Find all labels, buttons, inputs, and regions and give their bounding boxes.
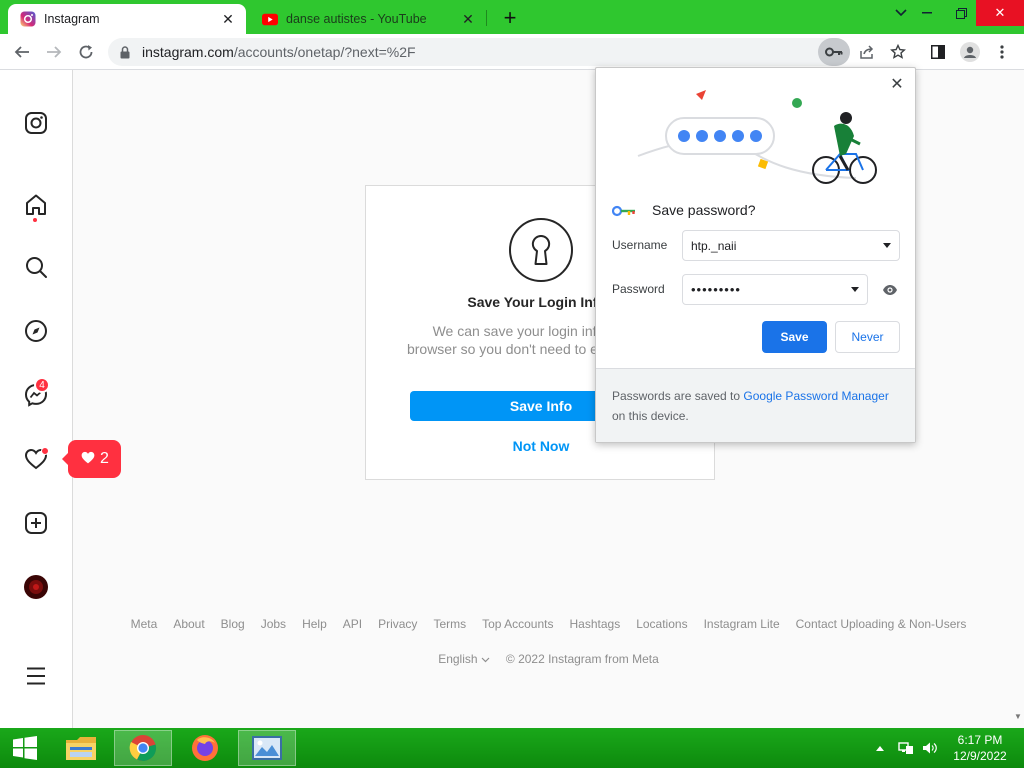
file-explorer-icon[interactable]	[52, 730, 110, 766]
tab-youtube[interactable]: danse autistes - YouTube ✕	[250, 4, 486, 34]
side-panel-icon[interactable]	[924, 38, 952, 66]
save-password-popup: ✕ Save password? Username htp._naii Pass…	[595, 67, 916, 443]
profile-avatar-icon[interactable]	[956, 38, 984, 66]
never-button[interactable]: Never	[835, 321, 900, 353]
minimize-icon[interactable]	[910, 0, 944, 26]
instagram-logo-icon[interactable]	[22, 109, 50, 137]
tab-separator	[486, 10, 487, 26]
restore-icon[interactable]	[944, 0, 978, 26]
username-value: htp._naii	[691, 238, 737, 253]
more-menu-icon[interactable]	[22, 662, 50, 690]
copyright: © 2022 Instagram from Meta	[505, 652, 659, 666]
clock-date: 12/9/2022	[953, 749, 1007, 763]
tab-title: danse autistes - YouTube	[286, 12, 427, 26]
tab-instagram[interactable]: Instagram ✕	[8, 4, 246, 34]
home-unread-dot	[33, 218, 37, 222]
browser-toolbar: instagram.com/accounts/onetap/?next=%2F	[0, 34, 1024, 70]
instagram-sidebar: 4	[0, 70, 73, 728]
username-field[interactable]: htp._naii	[682, 230, 900, 261]
username-label: Username	[612, 238, 668, 252]
system-clock[interactable]: 6:17 PM 12/9/2022	[948, 732, 1012, 764]
footer-link[interactable]: Jobs	[261, 617, 286, 631]
footer-prefix: Passwords are saved to	[612, 389, 744, 403]
google-key-icon	[611, 204, 636, 222]
chevron-down-icon	[481, 657, 490, 663]
footer-link[interactable]: Blog	[221, 617, 245, 631]
footer-link[interactable]: API	[343, 617, 362, 631]
footer-link[interactable]: Privacy	[378, 617, 417, 631]
create-plus-icon[interactable]	[22, 509, 50, 537]
save-password-button[interactable]: Save	[762, 321, 827, 353]
chevron-down-icon	[883, 243, 891, 248]
profile-avatar[interactable]	[22, 573, 50, 601]
back-icon[interactable]	[8, 38, 36, 66]
network-icon[interactable]	[898, 728, 914, 768]
footer-bottom: English © 2022 Instagram from Meta	[73, 652, 1024, 666]
password-field[interactable]: •••••••••	[682, 274, 868, 305]
instagram-icon	[20, 11, 36, 27]
language-select[interactable]: English	[438, 652, 490, 666]
close-icon[interactable]: ✕	[220, 11, 236, 27]
footer-link[interactable]: Help	[302, 617, 327, 631]
password-key-icon[interactable]	[818, 38, 850, 66]
password-label: Password	[612, 282, 665, 296]
likes-count: 2	[100, 450, 109, 467]
footer-link[interactable]: Instagram Lite	[704, 617, 780, 631]
cyclist-illustration	[637, 90, 877, 184]
keyhole-icon	[509, 218, 573, 282]
footer-link[interactable]: Terms	[433, 617, 466, 631]
messages-badge: 4	[34, 377, 50, 393]
footer-link[interactable]: Hashtags	[570, 617, 621, 631]
notification-dot	[41, 447, 49, 455]
volume-icon[interactable]	[922, 728, 938, 768]
menu-kebab-icon[interactable]	[988, 38, 1016, 66]
firefox-icon[interactable]	[176, 730, 234, 766]
home-icon[interactable]	[22, 191, 50, 219]
password-value: •••••••••	[691, 282, 741, 297]
window-close-icon[interactable]: ✕	[976, 0, 1024, 26]
footer-link[interactable]: Top Accounts	[482, 617, 553, 631]
windows-taskbar: 6:17 PM 12/9/2022	[0, 728, 1024, 768]
popup-footer: Passwords are saved to Google Password M…	[596, 368, 915, 442]
chrome-icon[interactable]	[114, 730, 172, 766]
url-path: /accounts/onetap/?next=%2F	[233, 44, 416, 60]
new-tab-button[interactable]: +	[498, 5, 522, 30]
google-password-manager-link[interactable]: Google Password Manager	[743, 389, 888, 403]
footer-link[interactable]: About	[173, 617, 204, 631]
url-text: instagram.com/accounts/onetap/?next=%2F	[142, 44, 416, 60]
share-icon[interactable]	[853, 38, 881, 66]
explore-compass-icon[interactable]	[22, 317, 50, 345]
browser-titlebar: Instagram ✕ danse autistes - YouTube ✕ +…	[0, 0, 1024, 34]
tab-title: Instagram	[44, 12, 100, 26]
popup-close-icon[interactable]: ✕	[887, 74, 907, 94]
photos-app-icon[interactable]	[238, 730, 296, 766]
close-icon[interactable]: ✕	[460, 11, 476, 27]
chevron-down-icon	[851, 287, 859, 292]
footer-link[interactable]: Locations	[636, 617, 687, 631]
footer-link[interactable]: Contact Uploading & Non-Users	[796, 617, 967, 631]
popup-title: Save password?	[652, 202, 756, 218]
search-icon[interactable]	[22, 253, 50, 281]
show-hidden-icons-icon[interactable]	[876, 728, 884, 768]
footer-links: Meta About Blog Jobs Help API Privacy Te…	[73, 617, 1024, 631]
footer-link[interactable]: Meta	[131, 617, 158, 631]
start-windows-icon[interactable]	[6, 733, 44, 763]
scrollbar-down-arrow[interactable]: ▼	[1014, 712, 1022, 721]
lock-icon[interactable]	[120, 45, 134, 59]
footer-suffix: on this device.	[612, 409, 689, 423]
heart-filled-icon	[80, 450, 96, 469]
language-label: English	[438, 652, 478, 666]
likes-notification-popup[interactable]: 2	[62, 440, 121, 478]
show-password-eye-icon[interactable]	[882, 283, 898, 301]
bookmark-star-icon[interactable]	[884, 38, 912, 66]
youtube-icon	[262, 11, 278, 27]
forward-icon[interactable]	[40, 38, 68, 66]
reload-icon[interactable]	[72, 38, 100, 66]
clock-time: 6:17 PM	[957, 733, 1003, 747]
address-bar[interactable]: instagram.com/accounts/onetap/?next=%2F	[108, 38, 850, 66]
url-host: instagram.com	[142, 44, 234, 60]
